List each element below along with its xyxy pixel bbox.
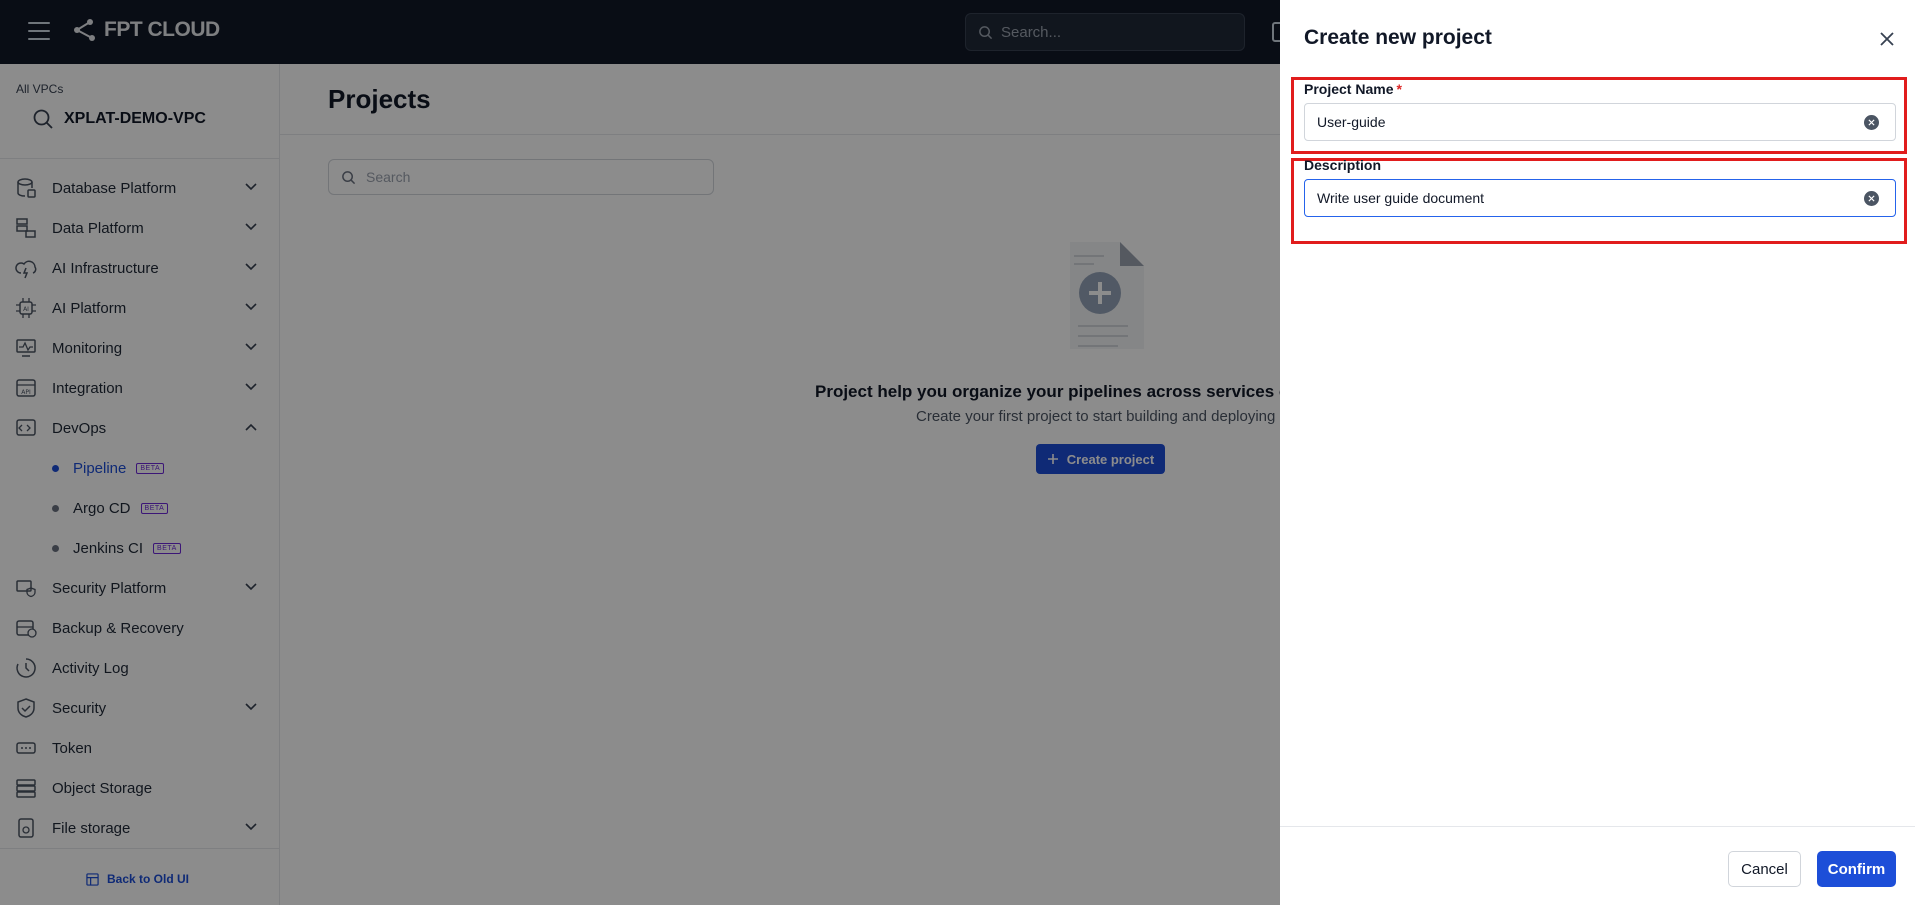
description-value: Write user guide document xyxy=(1317,190,1485,206)
confirm-button[interactable]: Confirm xyxy=(1817,851,1896,887)
project-name-value: User-guide xyxy=(1317,114,1386,130)
drawer-title: Create new project xyxy=(1304,26,1492,49)
project-name-label-text: Project Name xyxy=(1304,81,1394,97)
clear-input-icon[interactable] xyxy=(1864,115,1879,130)
close-icon[interactable] xyxy=(1878,30,1896,48)
description-label: Description xyxy=(1304,157,1382,173)
project-name-input[interactable]: User-guide xyxy=(1304,103,1896,141)
drawer-footer-divider xyxy=(1280,826,1915,827)
clear-input-icon[interactable] xyxy=(1864,191,1879,206)
required-marker: * xyxy=(1396,81,1402,97)
project-name-label: Project Name * xyxy=(1304,81,1402,97)
modal-backdrop[interactable] xyxy=(0,0,1280,905)
cancel-button[interactable]: Cancel xyxy=(1728,851,1801,887)
create-project-drawer: Create new project Project Name * User-gu… xyxy=(1280,0,1915,905)
description-input[interactable]: Write user guide document xyxy=(1304,179,1896,217)
